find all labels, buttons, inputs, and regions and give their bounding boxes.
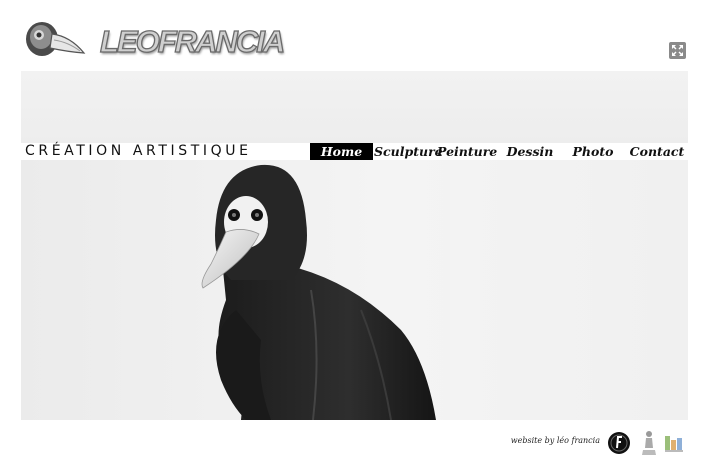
nav-dessin[interactable]: Dessin	[501, 143, 559, 160]
fullscreen-icon	[672, 45, 683, 56]
nav-sculpture[interactable]: Sculpture	[374, 143, 443, 160]
hero-image	[21, 160, 688, 420]
plague-mask-logo-icon[interactable]	[24, 20, 86, 60]
nav-home[interactable]: Home	[310, 143, 373, 160]
francia-circle-logo-icon[interactable]	[607, 431, 631, 455]
main-navigation: CRÉATION ARTISTIQUE Home Sculpture Peint…	[21, 143, 688, 160]
site-tagline: CRÉATION ARTISTIQUE	[25, 143, 252, 159]
statue-icon[interactable]	[640, 430, 658, 456]
plague-doctor-photo	[201, 164, 436, 420]
nav-photo[interactable]: Photo	[563, 143, 623, 160]
fullscreen-button[interactable]	[669, 42, 686, 59]
nav-peinture[interactable]: Peinture	[437, 143, 497, 160]
header-banner	[21, 71, 688, 143]
site-logo-text[interactable]: LEOFRANCIA	[99, 23, 286, 60]
multicolor-logo-icon[interactable]	[663, 432, 687, 454]
nav-contact[interactable]: Contact	[627, 143, 687, 160]
website-credit: website by léo francia	[510, 436, 600, 445]
